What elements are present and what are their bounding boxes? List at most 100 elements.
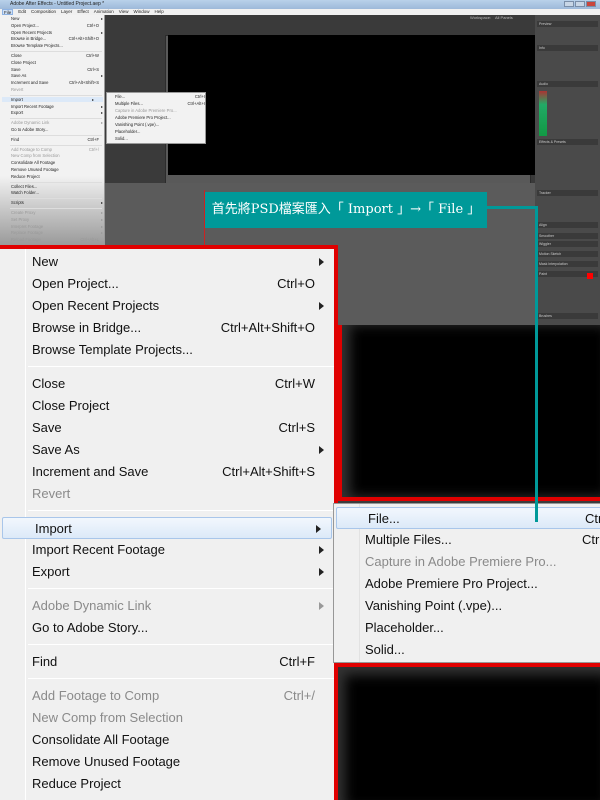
file-menu-item-thumb[interactable]: Replace Footage ▸ bbox=[11, 230, 103, 235]
menu-separator bbox=[28, 588, 334, 589]
file-menu-item-thumb[interactable]: Save Ctrl+S bbox=[11, 67, 99, 72]
file-menu-item-thumb[interactable]: Create Proxy ▸ bbox=[11, 210, 103, 215]
import-item-multiple-files[interactable]: Multiple Files... Ctrl+Alt+I bbox=[334, 529, 600, 551]
menu-item-label: Find bbox=[32, 654, 58, 669]
file-menu-item-import[interactable]: Import bbox=[2, 517, 332, 539]
timeline-area-zoomed bbox=[338, 245, 535, 325]
panel-header-info[interactable]: Info bbox=[537, 45, 598, 51]
menu-item-shortcut: Ctrl+I bbox=[585, 511, 600, 526]
import-submenu-item-thumb[interactable]: File... Ctrl+I bbox=[115, 94, 205, 99]
menu-item-label: New Comp from Selection bbox=[11, 153, 60, 159]
panel-header-preview[interactable]: Preview bbox=[537, 21, 598, 27]
panel-header-smoother[interactable]: Smoother bbox=[537, 233, 598, 239]
file-menu-item-thumb[interactable]: Export ▸ bbox=[11, 110, 103, 115]
import-item-adobe-premiere-pro-project[interactable]: Adobe Premiere Pro Project... bbox=[334, 573, 600, 595]
file-menu-item-thumb[interactable]: Consolidate All Footage bbox=[11, 160, 55, 165]
file-menu-item-thumb[interactable]: Scripts ▸ bbox=[11, 200, 103, 205]
file-menu-item-add-footage-to-comp[interactable]: Add Footage to Comp Ctrl+/ bbox=[0, 685, 334, 707]
file-menu-item-find[interactable]: Find Ctrl+F bbox=[0, 651, 334, 673]
file-menu-item-browse-template-projects[interactable]: Browse Template Projects... bbox=[0, 339, 334, 361]
file-menu-item-remove-unused-footage[interactable]: Remove Unused Footage bbox=[0, 751, 334, 773]
close-button[interactable] bbox=[586, 1, 596, 7]
file-menu-item-close[interactable]: Close Ctrl+W bbox=[0, 373, 334, 395]
file-menu-item-save-as[interactable]: Save As bbox=[0, 439, 334, 461]
file-menu-item-thumb[interactable]: Save As ▸ bbox=[11, 73, 103, 78]
file-menu-item-go-to-adobe-story[interactable]: Go to Adobe Story... bbox=[0, 617, 334, 639]
file-menu-item-thumb[interactable]: Reload Footage Ctrl+Alt+L bbox=[11, 237, 99, 242]
file-menu-item-thumb[interactable]: Close Ctrl+W bbox=[11, 53, 99, 58]
file-menu-item-thumb[interactable]: Add Footage to Comp Ctrl+/ bbox=[11, 147, 99, 152]
file-menu-item-thumb[interactable]: Reduce Project bbox=[11, 174, 40, 179]
file-menu-item-new[interactable]: New bbox=[0, 251, 334, 273]
paint-foreground-swatch[interactable] bbox=[587, 273, 593, 279]
file-menu-item-save[interactable]: Save Ctrl+S bbox=[0, 417, 334, 439]
file-menu-item-thumb[interactable]: Set Proxy ▸ bbox=[11, 216, 103, 222]
panel-header-mask-interpolation[interactable]: Mask Interpolation bbox=[537, 261, 598, 267]
import-submenu-item-thumb[interactable]: Solid... bbox=[115, 136, 128, 141]
panel-header-brushes[interactable]: Brushes bbox=[537, 313, 598, 319]
file-menu-item-thumb[interactable]: Open Project... Ctrl+O bbox=[11, 23, 99, 28]
maximize-button[interactable] bbox=[575, 1, 585, 7]
file-menu-item-thumb[interactable]: Watch Folder... bbox=[11, 190, 39, 195]
panel-header-align[interactable]: Align bbox=[537, 222, 598, 228]
file-menu-item-thumb[interactable]: Revert bbox=[11, 87, 23, 92]
import-submenu-item-thumb[interactable]: Multiple Files... Ctrl+Alt+I bbox=[115, 101, 205, 106]
menu-item-label: Save As bbox=[32, 442, 80, 457]
import-item-vanishing-point-vpe[interactable]: Vanishing Point (.vpe)... bbox=[334, 595, 600, 617]
file-menu-item-browse-in-bridge[interactable]: Browse in Bridge... Ctrl+Alt+Shift+O bbox=[0, 317, 334, 339]
composition-viewer[interactable] bbox=[168, 35, 540, 175]
viewer-zoomed-upper bbox=[338, 325, 600, 501]
import-item-placeholder[interactable]: Placeholder... bbox=[334, 617, 600, 639]
menu-item-label: Open Recent Projects bbox=[32, 298, 160, 313]
file-menu-item-thumb[interactable]: Browse Template Projects... bbox=[11, 43, 63, 48]
import-item-file[interactable]: File... Ctrl+I bbox=[336, 507, 600, 529]
file-menu-item-revert[interactable]: Revert bbox=[0, 483, 334, 505]
menu-item-label: Multiple Files... bbox=[365, 532, 452, 547]
file-menu-item-thumb[interactable]: Collect Files... bbox=[11, 184, 37, 189]
menu-item-shortcut: Ctrl+S bbox=[278, 420, 315, 435]
menu-item-label: Save bbox=[32, 420, 62, 435]
file-menu-item-thumb[interactable]: Import Recent Footage ▸ bbox=[11, 104, 103, 109]
file-menu-item-reduce-project[interactable]: Reduce Project bbox=[0, 773, 334, 795]
menu-item-label: Set Proxy bbox=[11, 216, 30, 222]
import-submenu-item-thumb[interactable]: Placeholder... bbox=[115, 129, 140, 134]
file-menu-item-thumb[interactable]: Open Recent Projects ▸ bbox=[11, 30, 103, 35]
menu-item-label: Revert bbox=[32, 486, 71, 501]
panel-header-audio[interactable]: Audio bbox=[537, 81, 598, 87]
import-submenu-item-thumb[interactable]: Vanishing Point (.vpe)... bbox=[115, 122, 159, 127]
file-menu-item-thumb[interactable]: Interpret Footage ▸ bbox=[11, 224, 103, 229]
file-menu-item-thumb[interactable]: New Comp from Selection bbox=[11, 153, 60, 158]
submenu-arrow-icon: ▸ bbox=[101, 16, 104, 21]
import-item-solid[interactable]: Solid... bbox=[334, 639, 600, 661]
minimize-button[interactable] bbox=[564, 1, 574, 7]
file-menu-item-thumb[interactable]: Increment and Save Ctrl+Alt+Shift+S bbox=[11, 80, 99, 85]
file-menu-item-open-recent-projects[interactable]: Open Recent Projects bbox=[0, 295, 334, 317]
file-menu-item-thumb[interactable]: Close Project bbox=[11, 60, 36, 65]
file-menu-item-open-project[interactable]: Open Project... Ctrl+O bbox=[0, 273, 334, 295]
file-menu-item-consolidate-all-footage[interactable]: Consolidate All Footage bbox=[0, 729, 334, 751]
file-menu-item-thumb[interactable]: Adobe Dynamic Link ▸ bbox=[11, 120, 103, 125]
file-menu-item-export[interactable]: Export bbox=[0, 561, 334, 583]
file-menu-item-thumb[interactable]: Browse in Bridge... Ctrl+Alt+Shift+O bbox=[11, 36, 99, 41]
menu-item-label: Vanishing Point (.vpe)... bbox=[365, 598, 503, 613]
file-menu-item-new-comp-from-selection[interactable]: New Comp from Selection bbox=[0, 707, 334, 729]
menu-item-shortcut: Ctrl+S bbox=[87, 66, 99, 72]
panel-header-wiggler[interactable]: Wiggler bbox=[537, 241, 598, 247]
file-menu-item-import-recent-footage[interactable]: Import Recent Footage bbox=[0, 539, 334, 561]
file-menu-item-increment-and-save[interactable]: Increment and Save Ctrl+Alt+Shift+S bbox=[0, 461, 334, 483]
panel-header-tracker[interactable]: Tracker bbox=[537, 190, 598, 196]
file-menu-item-adobe-dynamic-link[interactable]: Adobe Dynamic Link bbox=[0, 595, 334, 617]
panel-header-motion-sketch[interactable]: Motion Sketch bbox=[537, 251, 598, 257]
import-submenu-item-thumb[interactable]: Adobe Premiere Pro Project... bbox=[115, 115, 171, 120]
file-menu-item-thumb[interactable]: Go to Adobe Story... bbox=[11, 127, 48, 132]
file-menu-item-thumb[interactable]: New ▸ bbox=[11, 16, 103, 21]
right-panels: Preview Info Audio Effects & Presets Tracker… bbox=[535, 15, 600, 325]
panel-header-effects-presets[interactable]: Effects & Presets bbox=[537, 139, 598, 145]
file-menu-item-thumb[interactable]: Remove Unused Footage bbox=[11, 167, 59, 172]
file-menu-item-thumb[interactable]: Import ▸ bbox=[2, 96, 103, 102]
workspace-dropdown[interactable]: All Panels bbox=[495, 15, 513, 21]
file-menu-item-thumb[interactable]: Find Ctrl+F bbox=[11, 137, 99, 142]
file-menu-item-close-project[interactable]: Close Project bbox=[0, 395, 334, 417]
import-submenu-item-thumb[interactable]: Capture in Adobe Premiere Pro... bbox=[115, 108, 177, 113]
import-item-capture-in-adobe-premiere-pro[interactable]: Capture in Adobe Premiere Pro... bbox=[334, 551, 600, 573]
